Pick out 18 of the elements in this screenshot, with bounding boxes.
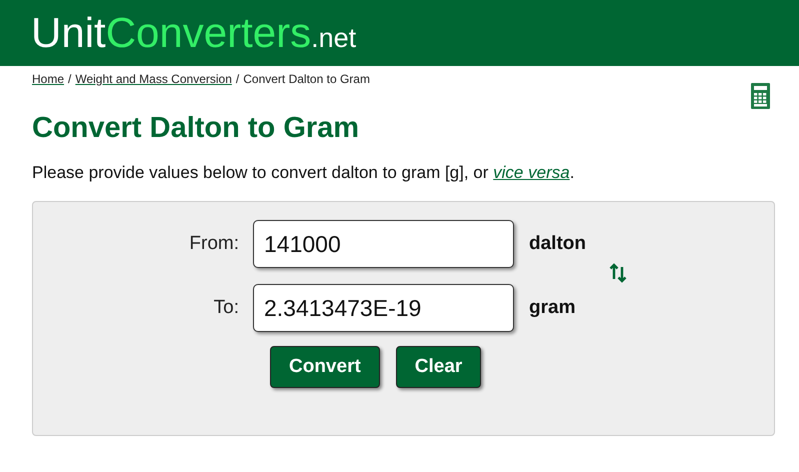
swap-icon[interactable] [609,262,627,284]
value-input[interactable]: 141000 [253,220,514,268]
clear-button[interactable]: Clear [396,346,482,388]
field-label: From: [188,233,239,255]
unit-label: gram [529,297,576,319]
breadcrumb-separator: / [236,72,240,86]
calculator-icon[interactable] [751,83,770,109]
breadcrumb-link[interactable]: Weight and Mass Conversion [75,72,232,86]
breadcrumb-separator: / [68,72,72,86]
convert-button[interactable]: Convert [270,346,380,388]
vice-versa-link[interactable]: vice versa [493,163,570,182]
intro-text: Please provide values below to convert dalton to gram [g], or vice versa. [32,163,576,183]
page-title: Convert Dalton to Gram [32,112,360,145]
breadcrumb-link[interactable]: Home [32,72,64,86]
value-input[interactable]: 2.3413473E-19 [253,284,514,332]
breadcrumb-current: Convert Dalton to Gram [243,72,370,86]
field-label: To: [212,297,239,319]
unit-label: dalton [529,233,586,255]
